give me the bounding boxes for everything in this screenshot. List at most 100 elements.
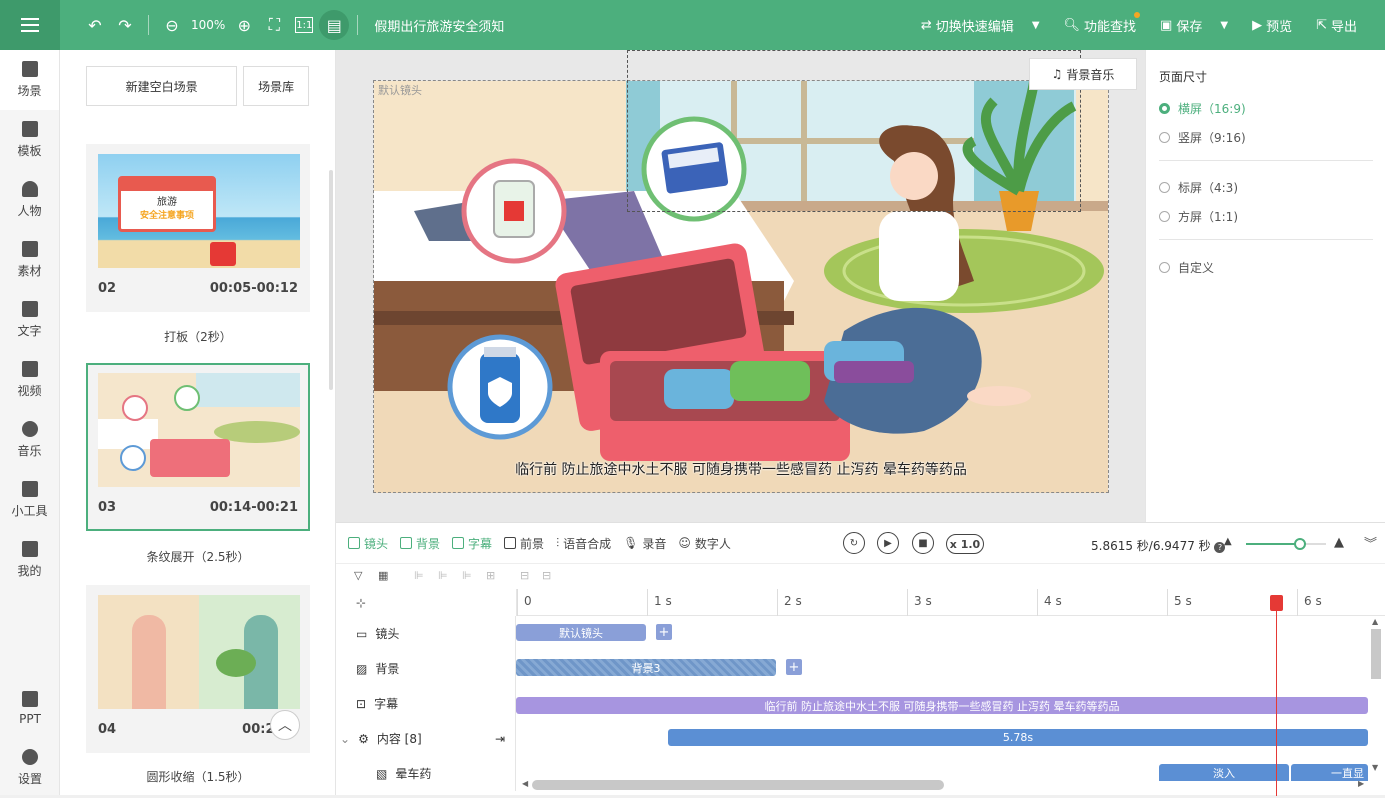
undo-icon[interactable]: ↶ — [80, 10, 110, 40]
subtitle-clip[interactable]: 临行前 防止旅途中水土不服 可随身携带一些感冒药 止泻药 晕车药等药品 — [516, 697, 1368, 714]
zoom-in-mountain-icon[interactable]: ▲ — [1334, 535, 1344, 550]
align-left-icon[interactable]: ⊫ — [414, 569, 424, 582]
nav-ppt[interactable]: PPT — [0, 678, 60, 738]
align-right-icon[interactable]: ⊫ — [462, 569, 472, 582]
radio-landscape[interactable]: 横屏（16:9) — [1159, 100, 1246, 117]
quick-edit-button[interactable]: ⇄ 切换快速编辑 ▼ — [909, 16, 1052, 35]
tab-avatar[interactable]: ☺ 数字人 — [678, 535, 731, 552]
scroll-down-icon[interactable]: ▼ — [1372, 763, 1378, 772]
actual-size-icon[interactable]: 1:1 — [295, 17, 314, 33]
tab-background[interactable]: 背景 — [400, 535, 440, 552]
add-lens-button[interactable]: + — [656, 624, 672, 640]
menu-button[interactable] — [0, 0, 60, 50]
scroll-left-icon[interactable]: ◀ — [522, 779, 528, 788]
tab-tts[interactable]: ⫶ 语音合成 — [556, 535, 611, 552]
fullscreen-icon[interactable]: ⛶ — [259, 10, 289, 40]
calculator-icon[interactable]: ▤ — [319, 10, 350, 40]
layers-icon[interactable]: ▦ — [378, 569, 388, 582]
radio-custom[interactable]: 自定义 — [1159, 259, 1214, 276]
timeline-ruler[interactable]: 0 1 s 2 s 3 s 4 s 5 s 6 s — [516, 589, 1385, 616]
track-label-text: 字幕 — [374, 697, 399, 711]
find-feature-button[interactable]: 🔍︎ 功能查找 — [1052, 11, 1149, 35]
nav-character[interactable]: 人物 — [0, 170, 59, 230]
content-clip[interactable]: 5.78s — [668, 729, 1368, 746]
nav-scene[interactable]: 场景 — [0, 50, 59, 110]
nav-music[interactable]: 音乐 — [0, 410, 59, 470]
distribute-icon[interactable]: ⊞ — [486, 569, 495, 582]
stop-button[interactable]: ■ — [912, 532, 934, 554]
lens-clip[interactable]: 默认镜头 — [516, 624, 646, 641]
nav-mine[interactable]: 我的 — [0, 530, 59, 590]
nav-video[interactable]: 视频 — [0, 350, 59, 410]
zoom-in-icon[interactable]: ⊕ — [229, 10, 259, 40]
playhead-handle[interactable] — [1270, 595, 1283, 611]
tab-foreground[interactable]: 前景 — [504, 535, 544, 552]
tab-subtitle[interactable]: 字幕 — [452, 535, 492, 552]
selection-frame[interactable] — [627, 50, 1081, 212]
stage-subtitle[interactable]: 临行前 防止旅途中水土不服 可随身携带一些感冒药 止泻药 晕车药等药品 — [374, 459, 1108, 479]
background-clip[interactable]: 背景3 — [516, 659, 776, 676]
left-nav: 场景 模板 人物 素材 文字 视频 音乐 小工具 我的 PPT 设置 — [0, 50, 60, 795]
redo-icon[interactable]: ↷ — [110, 10, 140, 40]
fade-in-clip[interactable]: 淡入 — [1159, 764, 1289, 781]
radio-square[interactable]: 方屏（1:1) — [1159, 208, 1238, 225]
background-music-button[interactable]: ♫ 背景音乐 — [1029, 58, 1137, 90]
tab-record[interactable]: 🎙︎ 录音 — [623, 535, 666, 552]
track-content[interactable]: ⌄ ⚙ 内容 [8] ⇥ — [336, 721, 516, 756]
timeline-v-scrollbar[interactable] — [1371, 629, 1381, 679]
play-button[interactable]: ▶ — [877, 532, 899, 554]
nav-template[interactable]: 模板 — [0, 110, 59, 170]
radio-portrait[interactable]: 竖屏（9:16) — [1159, 129, 1246, 146]
align-center-icon[interactable]: ⊫ — [438, 569, 448, 582]
nav-tools[interactable]: 小工具 — [0, 470, 59, 530]
always-show-clip[interactable]: 一直显 — [1291, 764, 1368, 781]
thumb-subtitle: 安全注意事项 — [139, 211, 194, 221]
scroll-top-button[interactable]: ︿ — [270, 710, 300, 740]
timeline-h-scrollbar[interactable] — [532, 780, 944, 790]
track-lens[interactable]: ▭ 镜头 — [336, 616, 516, 651]
preview-button[interactable]: ▶ 预览 — [1240, 16, 1304, 35]
speed-button[interactable]: x 1.0 — [946, 534, 984, 554]
chevron-down-icon[interactable]: ▼ — [1032, 20, 1040, 31]
tab-lens[interactable]: 镜头 — [348, 535, 388, 552]
scroll-up-icon[interactable]: ▲ — [1372, 617, 1378, 626]
zoom-out-mountain-icon[interactable]: ▲ — [1224, 536, 1232, 547]
track-motion-sickness-med[interactable]: ▧ 晕车药 — [336, 756, 516, 791]
chevron-down-icon[interactable]: ⌄ — [340, 732, 350, 746]
replay-button[interactable]: ↻ — [843, 532, 865, 554]
grid-icon[interactable]: ⊹ — [356, 596, 366, 610]
collapse-icon[interactable]: ︾ — [1364, 533, 1377, 552]
replay-icon: ↻ — [849, 537, 859, 549]
add-background-button[interactable]: + — [786, 659, 802, 675]
export-label: 导出 — [1330, 19, 1357, 35]
radio-icon — [1159, 182, 1170, 193]
nav-material[interactable]: 素材 — [0, 230, 59, 290]
scene-card[interactable]: 旅游 安全注意事项 02 00:05-00:12 — [86, 144, 310, 312]
document-title[interactable]: 假期出行旅游安全须知 — [374, 16, 504, 35]
scene-library-button[interactable]: 场景库 — [243, 66, 309, 106]
timeline-zoom-slider[interactable] — [1246, 538, 1326, 550]
export-button[interactable]: ⇱ 导出 — [1304, 16, 1385, 35]
ungroup-icon[interactable]: ⊟ — [542, 569, 551, 582]
expand-icon[interactable]: ⇥ — [495, 732, 505, 746]
scene-time: 00:14-00:21 — [209, 500, 298, 515]
chevron-down-icon[interactable]: ▼ — [1220, 20, 1228, 31]
track-background[interactable]: ▨ 背景 — [336, 651, 516, 686]
scene-scrollbar[interactable] — [329, 170, 333, 390]
zoom-out-icon[interactable]: ⊖ — [157, 10, 187, 40]
group-icon[interactable]: ⊟ — [520, 569, 529, 582]
content-track-icon: ⚙ — [358, 731, 369, 746]
slider-knob[interactable] — [1294, 538, 1306, 550]
properties-panel: 页面尺寸 横屏（16:9) 竖屏（9:16) 标屏（4:3) 方屏（1:1) 自… — [1145, 50, 1385, 522]
nav-settings[interactable]: 设置 — [0, 738, 60, 798]
timeline-toolbar: 镜头 背景 字幕 前景 ⫶ 语音合成 🎙︎ 录音 ☺ 数字人 ↻ ▶ ■ x 1.0 … — [336, 523, 1385, 563]
scroll-right-icon[interactable]: ▶ — [1358, 779, 1364, 788]
track-subtitle[interactable]: ⊡ 字幕 — [336, 686, 516, 721]
nav-text[interactable]: 文字 — [0, 290, 59, 350]
nav-label: 素材 — [17, 264, 42, 278]
filter-icon[interactable]: ▽ — [354, 569, 362, 582]
new-blank-scene-button[interactable]: 新建空白场景 — [86, 66, 238, 106]
radio-standard[interactable]: 标屏（4:3) — [1159, 179, 1238, 196]
scene-card-selected[interactable]: 03 00:14-00:21 — [86, 363, 310, 531]
save-button[interactable]: ▣ 保存 ▼ — [1148, 16, 1240, 35]
